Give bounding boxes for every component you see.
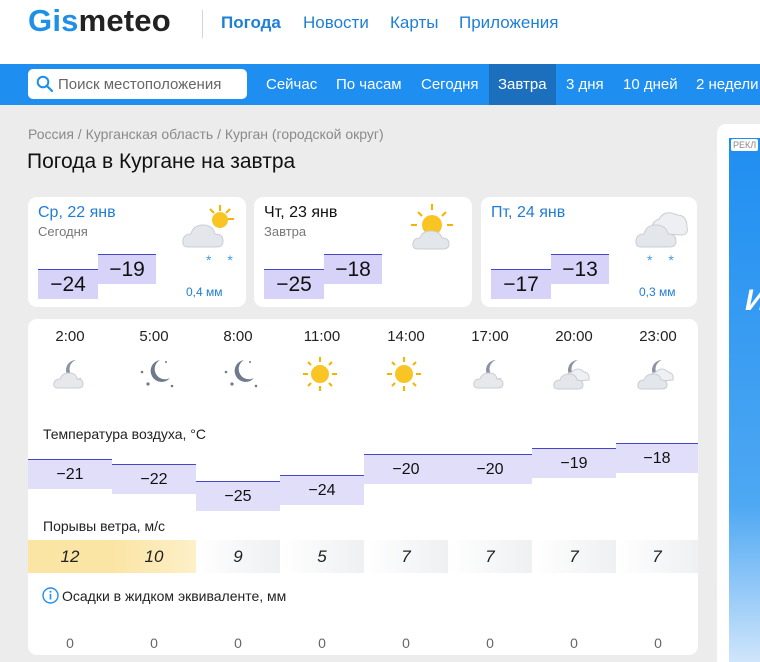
day-sub: Сегодня [38,224,88,239]
header-divider [202,10,203,38]
tab-10-days[interactable]: 10 дней [614,64,687,105]
temp-max: −13 [551,254,609,284]
precip-value: 0 [318,635,326,651]
moon-stars-icon [140,360,174,388]
search-icon [36,75,54,93]
day-name: Чт, 23 янв [264,204,338,221]
precipitation-label: Осадки в жидком эквиваленте, мм [62,588,287,604]
temperature-value: −20 [448,454,532,484]
temp-min: −24 [38,269,98,299]
nav-weather[interactable]: Погода [221,13,281,33]
hour-label: 14:00 [387,328,425,345]
page-title: Погода в Кургане на завтра [27,150,296,173]
tab-2-weeks[interactable]: 2 недели [687,64,760,105]
location-search[interactable] [28,69,247,99]
temperature-value: −22 [112,464,196,494]
temp-max: −18 [324,254,382,284]
day-card-tomorrow[interactable]: Чт, 23 янв Завтра −25 −18 [254,197,472,307]
temperature-value: −19 [532,448,616,478]
moon-stars-icon [224,360,258,388]
moon-clouds-icon [637,360,674,390]
day-name: Пт, 24 янв [491,204,566,221]
temperature-value: −18 [616,443,698,473]
temperature-value: −25 [196,481,280,511]
hour-label: 8:00 [223,328,253,345]
snow-icon: * * [647,252,680,268]
wind-gusts-label: Порывы ветра, м/с [43,518,165,534]
day-card-today[interactable]: Ср, 22 янв Сегодня * * −24 −19 0,4 мм [28,197,246,307]
top-header: Gismeteo Погода Новости Карты Приложения [0,0,760,64]
tab-now[interactable]: Сейчас [257,64,326,105]
breadcrumb[interactable]: Россия / Курганская область / Курган (го… [28,126,384,142]
precip-value: 0 [66,635,74,651]
hour-label: 17:00 [471,328,509,345]
precip-value: 0 [402,635,410,651]
hour-label: 20:00 [555,328,593,345]
day-sub: Завтра [264,224,307,239]
temperature-value: −21 [28,459,112,489]
precip-value: 0 [486,635,494,651]
precip-value: 0 [570,635,578,651]
nav-news[interactable]: Новости [303,13,369,33]
moon-clouds-icon [553,360,590,390]
search-input[interactable] [58,69,243,99]
sun-behind-cloud-icon [411,204,453,250]
temperature-value: −24 [280,475,364,505]
temperature-label: Температура воздуха, °C [43,426,206,442]
wind-gust-value: 5 [280,540,364,573]
sun-icon [303,357,337,391]
tab-tomorrow[interactable]: Завтра [489,64,556,105]
wind-gust-value: 10 [112,540,196,573]
wind-gust-value: 12 [28,540,112,573]
temp-max: −19 [98,254,156,284]
wind-gust-value: 7 [448,540,532,573]
day-name: Ср, 22 янв [38,204,116,221]
hour-label: 5:00 [139,328,169,345]
wind-gust-value: 9 [196,540,280,573]
moon-cloud-icon [53,360,84,389]
temp-min: −25 [264,269,324,299]
precip-value: 0 [234,635,242,651]
snow-icon: * * [206,252,239,268]
hourly-forecast: 2:00 5:00 8:00 11:00 14:00 17:00 20:00 2… [28,319,698,655]
wind-gust-value: 7 [616,540,698,573]
day-card-friday[interactable]: Пт, 24 янв * * −17 −13 0,3 мм [481,197,697,307]
ad-tag: РЕКЛ [731,139,759,151]
partly-cloudy-snow-icon [182,205,234,248]
tab-today[interactable]: Сегодня [412,64,488,105]
hour-label: 23:00 [639,328,677,345]
hour-label: 2:00 [55,328,85,345]
nav-maps[interactable]: Карты [390,13,438,33]
ad-text: И [745,284,760,318]
advertisement[interactable]: РЕКЛ И [717,124,760,662]
hour-label: 11:00 [303,328,341,345]
wind-gust-value: 7 [532,540,616,573]
info-icon[interactable] [42,587,59,604]
tab-hourly[interactable]: По часам [327,64,411,105]
ad-banner[interactable] [729,138,760,662]
moon-cloud-icon [473,360,504,389]
wind-gust-value: 7 [364,540,448,573]
precip-amount: 0,4 мм [186,285,223,299]
precip-value: 0 [150,635,158,651]
temperature-value: −20 [364,454,448,484]
cloudy-snow-icon [635,212,688,248]
nav-apps[interactable]: Приложения [459,13,558,33]
gismeteo-logo[interactable]: Gismeteo [28,3,171,39]
precip-value: 0 [654,635,662,651]
tab-3-days[interactable]: 3 дня [557,64,613,105]
precip-amount: 0,3 мм [639,285,676,299]
sun-icon [387,357,421,391]
temp-min: −17 [491,269,551,299]
